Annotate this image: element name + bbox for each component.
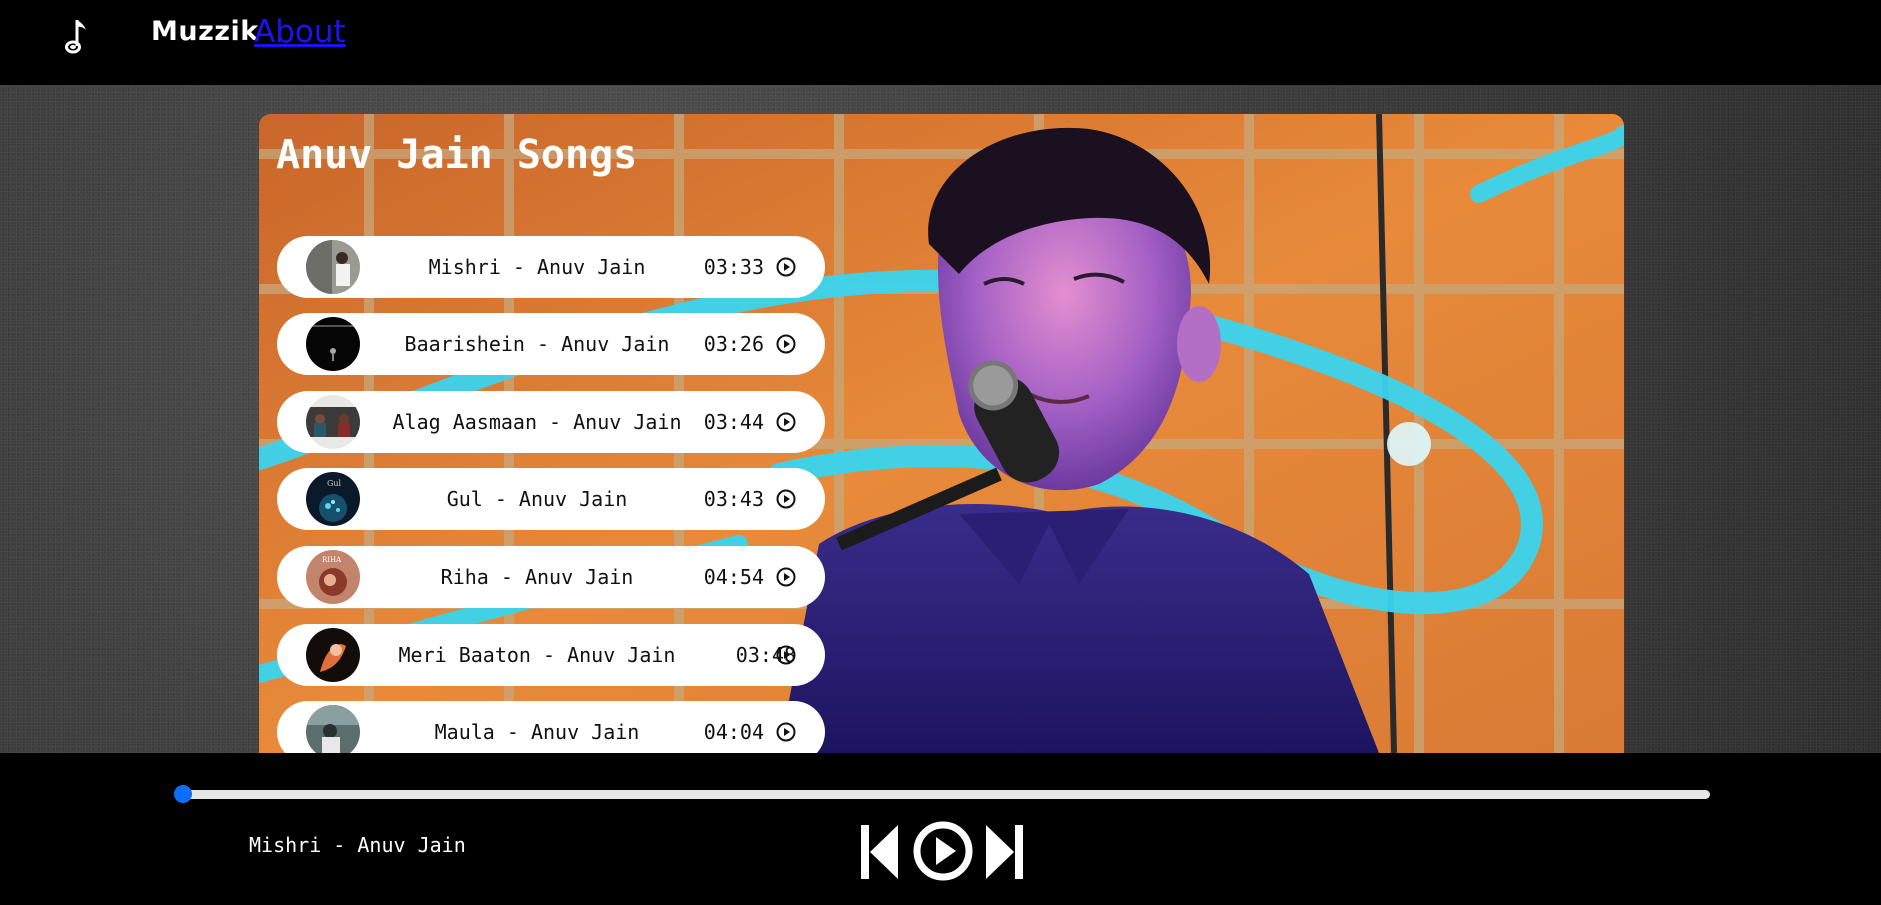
song-duration: 03:26 xyxy=(703,332,764,356)
page-title: Anuv Jain Songs xyxy=(276,132,638,178)
song-cover xyxy=(306,705,360,753)
song-title: Riha - Anuv Jain xyxy=(440,565,634,589)
song-title: Gul - Anuv Jain xyxy=(446,487,628,511)
song-title: Maula - Anuv Jain xyxy=(434,720,640,744)
navbar: Muzzik About xyxy=(0,0,1881,85)
progress-thumb[interactable] xyxy=(174,785,192,803)
music-note-icon[interactable] xyxy=(64,16,96,58)
song-item-riha[interactable]: RIHA Riha - Anuv Jain 04:54 xyxy=(277,546,825,608)
play-circle-icon[interactable] xyxy=(776,257,796,277)
song-title: Meri Baaton - Anuv Jain xyxy=(398,643,676,667)
song-cover xyxy=(306,317,360,371)
svg-text:RIHA: RIHA xyxy=(322,556,342,564)
song-cover: Gul xyxy=(306,472,360,526)
song-title: Alag Aasmaan - Anuv Jain xyxy=(392,410,682,434)
song-duration: 04:04 xyxy=(703,720,764,744)
about-link[interactable]: About xyxy=(254,14,346,50)
song-duration: 03:44 xyxy=(703,410,764,434)
song-cover xyxy=(306,628,360,682)
song-cover: RIHA xyxy=(306,550,360,604)
play-circle-icon[interactable] xyxy=(776,334,796,354)
song-cover xyxy=(306,240,360,294)
song-item-baarishein[interactable]: Baarishein - Anuv Jain 03:26 xyxy=(277,313,825,375)
song-cover xyxy=(306,395,360,449)
song-item-gul[interactable]: Gul Gul - Anuv Jain 03:43 xyxy=(277,468,825,530)
song-item-alag-aasmaan[interactable]: Alag Aasmaan - Anuv Jain 03:44 xyxy=(277,391,825,453)
play-circle-icon[interactable] xyxy=(776,645,796,665)
play-circle-icon[interactable] xyxy=(776,489,796,509)
song-duration: 04:54 xyxy=(703,565,764,589)
now-playing-title: Mishri - Anuv Jain xyxy=(249,833,466,857)
song-title: Mishri - Anuv Jain xyxy=(428,255,646,279)
song-item-meri-baaton[interactable]: Meri Baaton - Anuv Jain 03:48 xyxy=(277,624,825,686)
play-circle-icon[interactable] xyxy=(776,567,796,587)
songs-container: Anuv Jain Songs Mishri - Anuv Jain 03:33… xyxy=(259,114,1624,753)
song-item-mishri[interactable]: Mishri - Anuv Jain 03:33 xyxy=(277,236,825,298)
next-icon[interactable] xyxy=(984,823,1024,885)
brand-name: Muzzik xyxy=(151,16,259,47)
progress-slider[interactable] xyxy=(174,785,1710,803)
svg-text:Gul: Gul xyxy=(327,479,342,488)
player-controls xyxy=(860,820,1024,886)
player-bar: Mishri - Anuv Jain xyxy=(0,753,1881,905)
song-duration: 03:43 xyxy=(703,487,764,511)
song-title: Baarishein - Anuv Jain xyxy=(404,332,670,356)
play-circle-icon[interactable] xyxy=(776,722,796,742)
play-circle-icon[interactable] xyxy=(776,412,796,432)
song-item-maula[interactable]: Maula - Anuv Jain 04:04 xyxy=(277,701,825,753)
previous-icon[interactable] xyxy=(860,823,900,885)
song-duration: 03:33 xyxy=(703,255,764,279)
play-icon[interactable] xyxy=(912,820,974,886)
